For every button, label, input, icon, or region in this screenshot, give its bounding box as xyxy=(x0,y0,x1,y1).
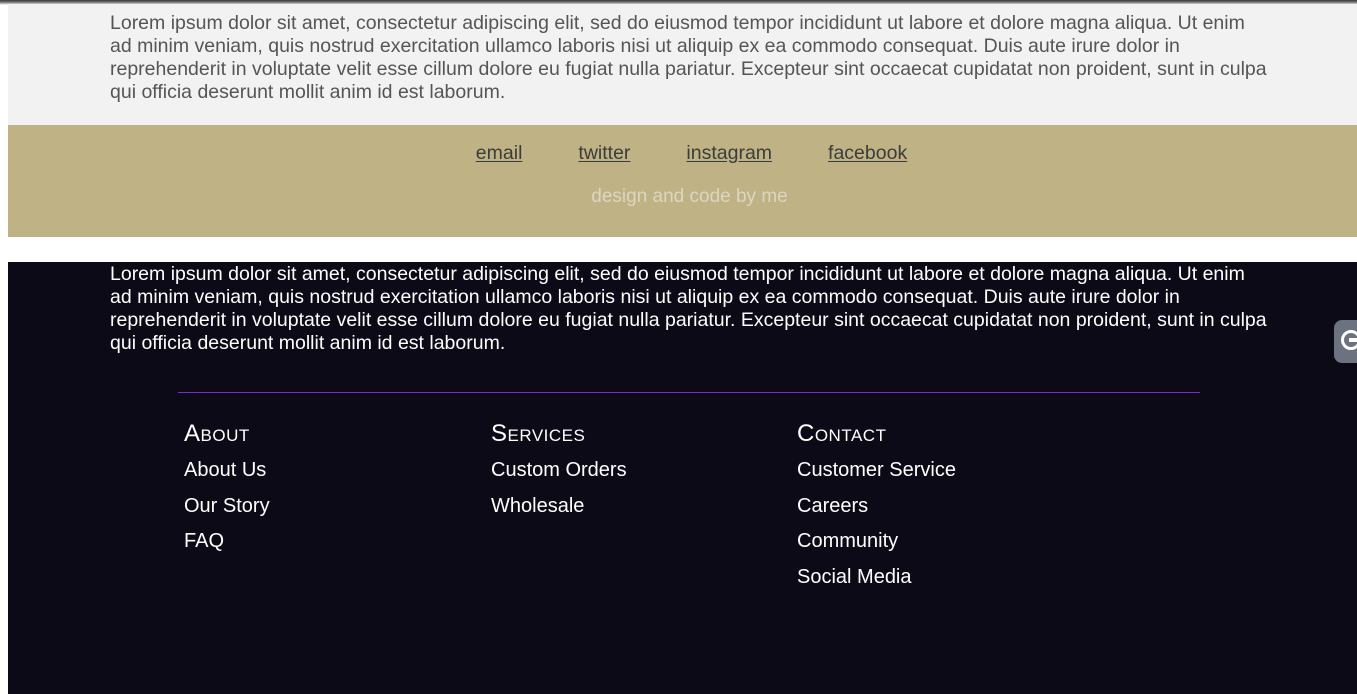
social-media-link[interactable]: Social Media xyxy=(797,560,1097,596)
credit-text: design and code by me xyxy=(591,186,788,207)
social-footer-band: email twitter instagram facebook design … xyxy=(8,125,1357,237)
faq-link[interactable]: FAQ xyxy=(184,524,484,560)
facebook-link[interactable]: facebook xyxy=(828,142,907,165)
instagram-link[interactable]: instagram xyxy=(686,142,772,165)
dark-lorem-text: Lorem ipsum dolor sit amet, consectetur … xyxy=(110,263,1267,354)
upper-lorem-text: Lorem ipsum dolor sit amet, consectetur … xyxy=(110,12,1267,103)
upper-content-section: Lorem ipsum dolor sit amet, consectetur … xyxy=(8,4,1357,125)
twitter-link[interactable]: twitter xyxy=(578,142,630,165)
grammar-assistant-icon xyxy=(1341,330,1357,350)
careers-link[interactable]: Careers xyxy=(797,489,1097,525)
about-heading: About xyxy=(184,420,250,447)
about-column: About About Us Our Story FAQ xyxy=(184,420,484,560)
about-us-link[interactable]: About Us xyxy=(184,453,484,489)
wholesale-link[interactable]: Wholesale xyxy=(491,489,791,525)
custom-orders-link[interactable]: Custom Orders xyxy=(491,453,791,489)
our-story-link[interactable]: Our Story xyxy=(184,489,484,525)
email-link[interactable]: email xyxy=(476,142,523,165)
footer-divider xyxy=(178,392,1200,393)
contact-column: Contact Customer Service Careers Communi… xyxy=(797,420,1097,595)
side-extension-tab[interactable] xyxy=(1334,320,1357,363)
dark-footer-section: Lorem ipsum dolor sit amet, consectetur … xyxy=(8,262,1357,694)
customer-service-link[interactable]: Customer Service xyxy=(797,453,1097,489)
services-column: Services Custom Orders Wholesale xyxy=(491,420,791,524)
community-link[interactable]: Community xyxy=(797,524,1097,560)
services-heading: Services xyxy=(491,420,586,447)
social-links: email twitter instagram facebook xyxy=(8,142,1357,165)
contact-heading: Contact xyxy=(797,420,887,447)
